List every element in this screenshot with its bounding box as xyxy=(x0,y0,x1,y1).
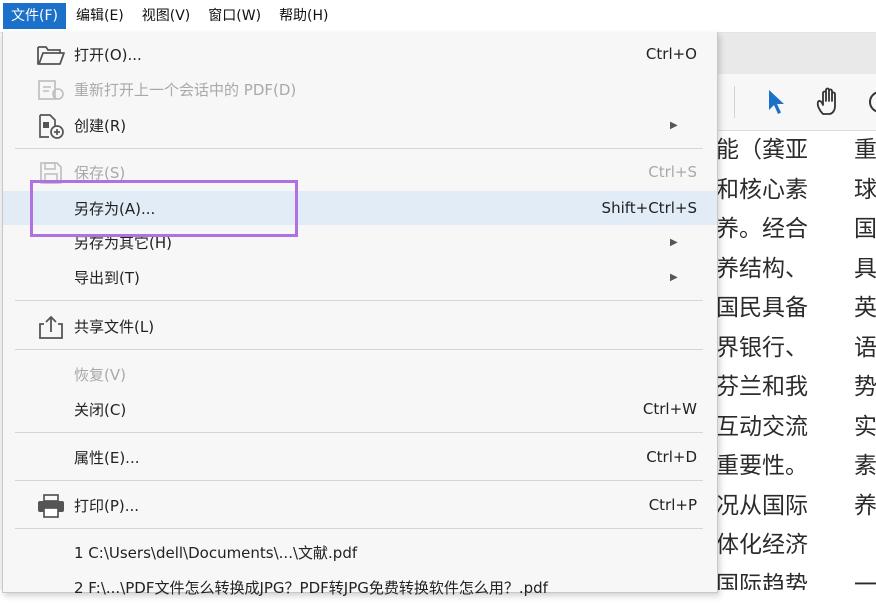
select-cursor-icon[interactable] xyxy=(766,88,786,120)
doc-line: 界银行、 xyxy=(716,334,808,361)
menu-item-label: 关闭(C) xyxy=(74,400,127,419)
reopen-session-icon xyxy=(35,77,67,103)
submenu-arrow-icon: ▶ xyxy=(670,119,678,131)
recent-file-label: 2 F:\...\PDF文件怎么转换成JPG？PDF转JPG免费转换软件怎么用？… xyxy=(74,578,548,597)
menu-item-label: 属性(E)... xyxy=(74,448,140,467)
doc-line: 国 xyxy=(854,216,876,242)
menu-item-close[interactable]: 关闭(C) Ctrl+W xyxy=(3,392,717,426)
menu-item-label: 另存为(A)... xyxy=(74,199,156,218)
doc-line: 具 xyxy=(854,255,876,282)
document-tab-strip xyxy=(716,32,876,75)
menu-item-open[interactable]: 打开(O)... Ctrl+O xyxy=(3,37,717,71)
menu-divider xyxy=(15,148,703,149)
share-icon xyxy=(35,314,67,340)
doc-line: 实 xyxy=(854,413,876,440)
menu-item-label: 恢复(V) xyxy=(74,365,126,384)
menu-item-shortcut: Shift+Ctrl+S xyxy=(601,199,697,217)
doc-line: 语 xyxy=(854,334,876,361)
menu-item-label: 共享文件(L) xyxy=(74,317,155,336)
menu-bar: 文件(F) 编辑(E) 视图(V) 窗口(W) 帮助(H) xyxy=(0,0,876,33)
recent-file-label: 1 C:\Users\dell\Documents\...\文献.pdf xyxy=(74,543,358,562)
doc-line: 国际趋势 xyxy=(716,571,808,591)
hand-tool-icon[interactable] xyxy=(814,86,844,122)
toolbar-separator xyxy=(734,86,735,118)
recent-file-2[interactable]: 2 F:\...\PDF文件怎么转换成JPG？PDF转JPG免费转换软件怎么用？… xyxy=(3,570,717,604)
doc-line: 一 xyxy=(854,571,876,591)
menu-item-shortcut: Ctrl+D xyxy=(646,448,697,466)
menu-item-properties[interactable]: 属性(E)... Ctrl+D xyxy=(3,440,717,474)
document-toolbar xyxy=(716,74,876,131)
menu-window[interactable]: 窗口(W) xyxy=(200,3,269,29)
doc-line: 体化经济 xyxy=(716,532,808,558)
document-text-left: 能（龚亚 和核心素 养。经合 养结构、 国民具备 界银行、 芬兰和我 互动交流 … xyxy=(716,131,808,590)
create-pdf-icon xyxy=(35,113,67,139)
menu-item-shortcut: Ctrl+S xyxy=(648,163,697,181)
doc-line: 和核心素 xyxy=(716,176,808,203)
menu-item-shortcut: Ctrl+O xyxy=(645,45,697,63)
doc-line: 势 xyxy=(854,374,876,400)
doc-line: 重要性。 xyxy=(716,453,808,479)
folder-open-icon xyxy=(35,42,67,68)
zoom-tool-icon[interactable] xyxy=(866,87,876,121)
doc-line: 英 xyxy=(854,295,876,321)
menu-edit[interactable]: 编辑(E) xyxy=(68,3,132,29)
menu-item-export-to[interactable]: 导出到(T) ▶ xyxy=(3,260,717,294)
menu-item-label: 另存为其它(H) xyxy=(74,233,172,252)
save-icon xyxy=(35,160,67,186)
menu-item-shortcut: Ctrl+W xyxy=(642,400,697,418)
submenu-arrow-icon: ▶ xyxy=(670,271,678,283)
menu-item-save-as-other[interactable]: 另存为其它(H) ▶ xyxy=(3,225,717,259)
menu-item-print[interactable]: 打印(P)... Ctrl+P xyxy=(3,488,717,522)
menu-item-share-file[interactable]: 共享文件(L) xyxy=(3,309,717,343)
menu-item-label: 创建(R) xyxy=(74,116,127,135)
menu-file[interactable]: 文件(F) xyxy=(3,3,66,29)
recent-file-1[interactable]: 1 C:\Users\dell\Documents\...\文献.pdf xyxy=(3,535,717,569)
document-text-right: 重 球 国 具 英 语 势 实 素 养 一 xyxy=(854,131,876,590)
menu-item-revert[interactable]: 恢复(V) xyxy=(3,357,717,391)
menu-item-label: 打开(O)... xyxy=(74,45,142,64)
menu-divider xyxy=(15,349,703,350)
menu-view[interactable]: 视图(V) xyxy=(134,3,199,29)
file-menu-dropdown: 打开(O)... Ctrl+O 重新打开上一个会话中的 PDF(D) 创建(R)… xyxy=(2,32,718,597)
menu-item-label: 打印(P)... xyxy=(74,496,140,515)
doc-line: 素 xyxy=(854,453,876,479)
menu-item-label: 重新打开上一个会话中的 PDF(D) xyxy=(74,80,297,99)
printer-icon xyxy=(35,493,67,519)
menu-item-reopen-session[interactable]: 重新打开上一个会话中的 PDF(D) xyxy=(3,72,717,106)
doc-line: 况从国际 xyxy=(716,492,808,519)
doc-line: 互动交流 xyxy=(716,413,808,440)
submenu-arrow-icon: ▶ xyxy=(670,236,678,248)
menu-item-save-as[interactable]: 另存为(A)... Shift+Ctrl+S xyxy=(3,191,717,225)
doc-line: 芬兰和我 xyxy=(716,374,808,400)
document-page: 能（龚亚 和核心素 养。经合 养结构、 国民具备 界银行、 芬兰和我 互动交流 … xyxy=(716,131,876,590)
doc-line: 能（龚亚 xyxy=(716,137,808,163)
menu-item-create[interactable]: 创建(R) ▶ xyxy=(3,108,717,142)
doc-line: 养 xyxy=(854,492,876,519)
menu-item-shortcut: Ctrl+P xyxy=(648,496,697,514)
menu-divider xyxy=(15,432,703,433)
doc-line: 球 xyxy=(854,176,876,203)
doc-line: 养结构、 xyxy=(716,255,808,282)
menu-help[interactable]: 帮助(H) xyxy=(271,3,336,29)
doc-line xyxy=(854,526,876,566)
doc-line: 养。经合 xyxy=(716,216,808,242)
menu-divider xyxy=(15,480,703,481)
doc-line: 重 xyxy=(854,137,876,163)
menu-divider xyxy=(15,300,703,301)
doc-line: 国民具备 xyxy=(716,295,808,321)
menu-item-save[interactable]: 保存(S) Ctrl+S xyxy=(3,155,717,189)
menu-item-label: 导出到(T) xyxy=(74,268,140,287)
menu-item-label: 保存(S) xyxy=(74,163,126,182)
menu-divider xyxy=(15,528,703,529)
